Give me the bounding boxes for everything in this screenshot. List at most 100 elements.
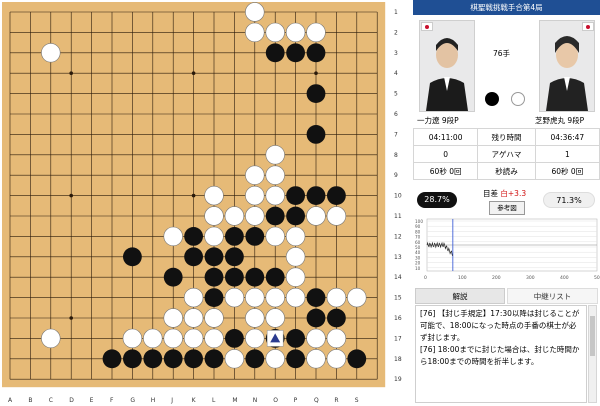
graph-x-tick: 200 — [492, 275, 501, 281]
black-stone[interactable] — [327, 308, 346, 328]
black-stone[interactable] — [184, 349, 204, 369]
black-stone[interactable] — [306, 288, 326, 307]
black-stone[interactable] — [286, 43, 305, 63]
white-stone[interactable] — [204, 185, 224, 206]
white-stone[interactable] — [326, 206, 347, 226]
white-stone[interactable] — [285, 247, 306, 267]
col-label: R — [334, 397, 338, 404]
black-stone[interactable] — [122, 247, 142, 267]
white-stone[interactable] — [245, 287, 265, 308]
white-stone[interactable] — [285, 22, 306, 43]
black-stone[interactable] — [204, 349, 224, 369]
black-stone[interactable] — [306, 308, 326, 328]
white-stone[interactable] — [143, 328, 163, 349]
tab-relay-list[interactable]: 中継リスト — [507, 288, 598, 304]
white-stone[interactable] — [163, 308, 183, 328]
col-label: M — [232, 397, 237, 404]
black-stone[interactable] — [265, 43, 285, 63]
black-stone[interactable] — [306, 84, 326, 103]
black-stone[interactable] — [286, 206, 305, 226]
star-point — [191, 71, 196, 75]
row-label: 19 — [394, 376, 402, 383]
black-stone[interactable] — [102, 349, 122, 369]
white-stone[interactable] — [265, 226, 285, 247]
black-stone[interactable] — [286, 329, 305, 348]
black-stone[interactable] — [184, 247, 204, 267]
white-stone[interactable] — [265, 287, 285, 308]
white-stone[interactable] — [204, 328, 224, 349]
white-stone[interactable] — [306, 22, 326, 43]
black-stone[interactable] — [225, 267, 244, 287]
white-stone[interactable] — [183, 328, 204, 349]
black-stone[interactable] — [286, 349, 305, 369]
black-stone[interactable] — [163, 349, 183, 369]
black-stone[interactable] — [204, 288, 224, 307]
white-stone[interactable] — [265, 145, 285, 165]
black-stone[interactable] — [225, 329, 244, 348]
black-stone[interactable] — [204, 247, 224, 267]
board-svg[interactable]: A B C D E F G H J K L M N O P Q R S1234567891011121314151… — [0, 0, 410, 406]
white-stone[interactable] — [285, 267, 306, 287]
white-stone[interactable] — [245, 22, 265, 43]
white-stone[interactable] — [41, 328, 61, 349]
white-stone[interactable] — [245, 308, 265, 328]
white-stone[interactable] — [245, 165, 265, 185]
commentary-scrollbar[interactable] — [588, 305, 597, 403]
black-stone[interactable] — [286, 186, 305, 206]
white-stone[interactable] — [245, 2, 265, 22]
black-stone[interactable] — [327, 186, 346, 206]
white-stone[interactable] — [265, 185, 285, 206]
white-stone[interactable] — [306, 328, 326, 349]
white-stone[interactable] — [183, 287, 204, 308]
white-stone[interactable] — [122, 328, 143, 349]
black-stone[interactable] — [306, 43, 326, 63]
black-stone[interactable] — [184, 227, 204, 246]
white-stone[interactable] — [265, 22, 285, 43]
white-stone[interactable] — [204, 308, 224, 328]
black-stone[interactable] — [163, 267, 183, 287]
go-board[interactable]: A B C D E F G H J K L M N O P Q R S 1 2 3 4 5 6 7 8 9 10 11 12 13 14 15 1… — [0, 0, 410, 406]
white-stone[interactable] — [326, 328, 347, 349]
white-stone[interactable] — [41, 43, 61, 63]
white-stone[interactable] — [245, 206, 265, 226]
white-stone[interactable] — [163, 226, 183, 247]
white-stone[interactable] — [326, 349, 347, 369]
score-margin-value: 白+3.3 — [500, 189, 527, 198]
scroll-thumb[interactable] — [590, 316, 595, 356]
black-stone[interactable] — [245, 349, 265, 369]
white-stone[interactable] — [326, 287, 347, 308]
white-stone[interactable] — [265, 349, 285, 369]
white-stone[interactable] — [163, 328, 183, 349]
black-stone[interactable] — [204, 267, 224, 287]
white-stone[interactable] — [204, 206, 224, 226]
star-point — [314, 71, 318, 75]
white-stone[interactable] — [285, 287, 306, 308]
tab-commentary[interactable]: 解説 — [415, 288, 505, 304]
col-label: C — [49, 397, 53, 404]
white-stone[interactable] — [265, 165, 285, 185]
white-stone[interactable] — [347, 287, 367, 308]
black-stone[interactable] — [306, 124, 326, 144]
black-stone[interactable] — [122, 349, 142, 369]
white-stone[interactable] — [224, 349, 245, 369]
black-stone[interactable] — [225, 247, 244, 267]
black-stone[interactable] — [245, 267, 265, 287]
white-stone[interactable] — [285, 226, 306, 247]
black-stone[interactable] — [143, 349, 163, 369]
white-stone[interactable] — [204, 226, 224, 247]
white-stone[interactable] — [265, 308, 285, 328]
black-stone[interactable] — [225, 227, 244, 246]
white-stone[interactable] — [306, 206, 326, 226]
white-stone[interactable] — [224, 206, 245, 226]
white-stone[interactable] — [183, 308, 204, 328]
white-stone[interactable] — [224, 287, 245, 308]
black-stone[interactable] — [306, 186, 326, 206]
black-stone[interactable] — [265, 267, 285, 287]
white-stone[interactable] — [245, 328, 265, 349]
reference-diagram-button[interactable]: 参考図 — [489, 201, 525, 215]
black-stone[interactable] — [347, 349, 367, 369]
white-stone[interactable] — [306, 349, 326, 369]
white-stone[interactable] — [245, 185, 265, 206]
black-stone[interactable] — [265, 206, 285, 226]
black-stone[interactable] — [245, 227, 265, 246]
